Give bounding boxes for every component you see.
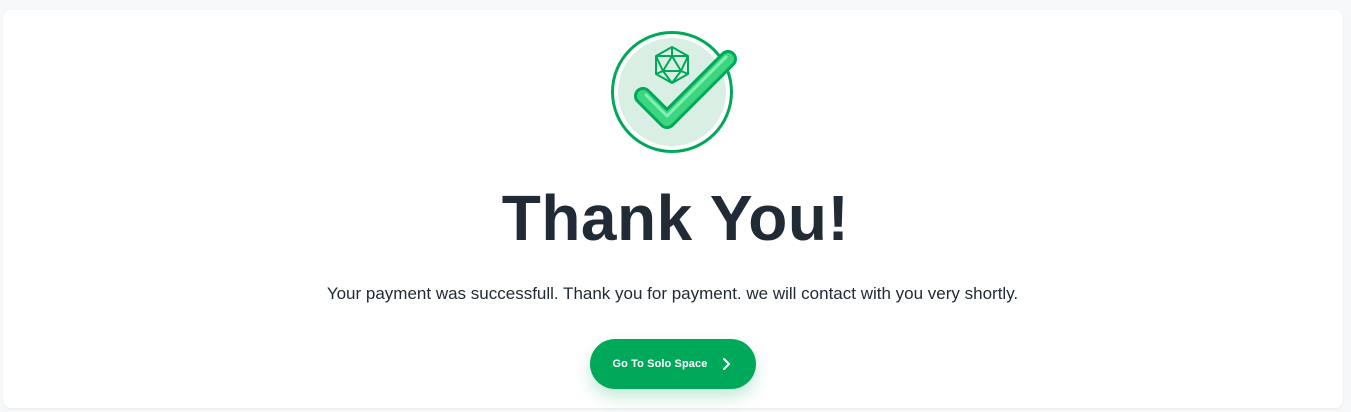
chevron-right-icon bbox=[719, 357, 733, 371]
confirmation-message: Your payment was successfull. Thank you … bbox=[326, 284, 1019, 303]
check-badge-icon bbox=[611, 31, 737, 153]
go-to-solo-space-button[interactable]: Go To Solo Space bbox=[590, 339, 756, 389]
success-badge bbox=[607, 29, 737, 157]
page-title: Thank You! bbox=[501, 182, 850, 254]
button-label: Go To Solo Space bbox=[612, 358, 708, 370]
